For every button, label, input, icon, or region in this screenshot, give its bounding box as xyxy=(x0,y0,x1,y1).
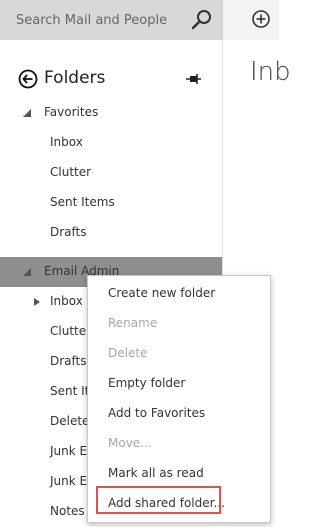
menu-item-label: Rename xyxy=(108,316,158,330)
menu-item-move: Move... xyxy=(88,428,270,458)
folder-label: Notes xyxy=(50,504,85,518)
menu-item-label: Create new folder xyxy=(108,286,216,300)
menu-item-label: Empty folder xyxy=(108,376,186,390)
menu-item-mark-all-as-read[interactable]: Mark all as read xyxy=(88,458,270,488)
expand-arrow-icon[interactable] xyxy=(23,268,31,276)
search-box xyxy=(0,0,222,40)
search-input[interactable] xyxy=(0,0,180,40)
favorites-label: Favorites xyxy=(44,105,99,119)
folder-label: Delete xyxy=(50,414,90,428)
menu-item-delete: Delete xyxy=(88,338,270,368)
folder-label: Clutter xyxy=(50,165,92,179)
favorite-item[interactable]: Drafts xyxy=(0,218,222,248)
folder-label: Junk E xyxy=(50,474,88,488)
folder-label: Drafts xyxy=(50,354,87,368)
favorite-item[interactable]: Inbox xyxy=(0,128,222,158)
menu-item-label: Move... xyxy=(108,436,152,450)
menu-item-label: Delete xyxy=(108,346,148,360)
expand-arrow-icon[interactable] xyxy=(23,109,31,117)
plus-circle-icon[interactable] xyxy=(251,9,271,29)
menu-item-label: Mark all as read xyxy=(108,466,204,480)
menu-item-rename: Rename xyxy=(88,308,270,338)
folder-label: Inbox xyxy=(50,294,83,308)
folder-label: Inbox xyxy=(50,135,83,149)
menu-item-empty-folder[interactable]: Empty folder xyxy=(88,368,270,398)
pin-icon[interactable] xyxy=(186,73,202,85)
content-title: Inb xyxy=(250,57,291,87)
search-icon[interactable] xyxy=(190,8,214,32)
menu-item-create-new-folder[interactable]: Create new folder xyxy=(88,278,270,308)
highlight-box xyxy=(96,486,221,514)
folder-label: Sent Items xyxy=(50,195,115,209)
folder-label: Junk E xyxy=(50,444,88,458)
folders-title: Folders xyxy=(44,68,106,88)
folders-header: Folders xyxy=(0,60,222,96)
collapse-arrow-icon[interactable] xyxy=(33,298,41,306)
favorite-item[interactable]: Clutter xyxy=(0,158,222,188)
top-bar xyxy=(0,0,279,40)
menu-item-label: Add to Favorites xyxy=(108,406,206,420)
new-mail-area xyxy=(222,0,279,40)
menu-item-add-to-favorites[interactable]: Add to Favorites xyxy=(88,398,270,428)
context-menu: Create new folder Rename Delete Empty fo… xyxy=(87,275,271,523)
folder-label: Drafts xyxy=(50,225,87,239)
favorites-group[interactable]: Favorites xyxy=(0,98,222,128)
back-arrow-icon[interactable] xyxy=(18,69,38,89)
favorite-item[interactable]: Sent Items xyxy=(0,188,222,218)
folder-label: Clutter xyxy=(50,324,92,338)
